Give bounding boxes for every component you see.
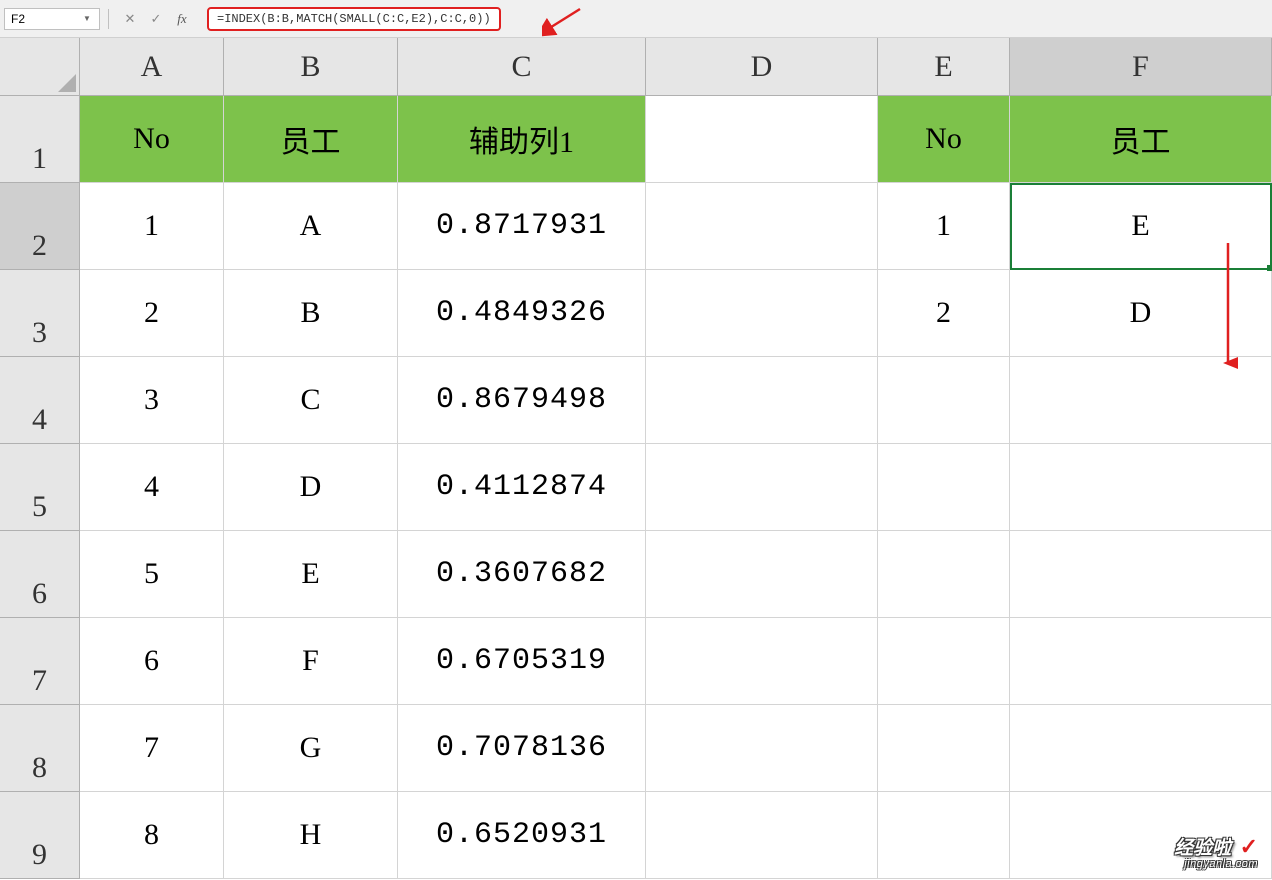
cell-B7[interactable]: F xyxy=(224,618,398,705)
cell-C2[interactable]: 0.8717931 xyxy=(398,183,646,270)
formula-bar: F2 ▼ ✕ ✓ fx =INDEX(B:B,MATCH(SMALL(C:C,E… xyxy=(0,0,1272,38)
column-headers: A B C D E F xyxy=(0,38,1272,96)
cell-D2[interactable] xyxy=(646,183,878,270)
formula-bar-buttons: ✕ ✓ fx xyxy=(113,10,199,28)
confirm-button[interactable]: ✓ xyxy=(147,10,165,28)
watermark-check-icon: ✓ xyxy=(1240,834,1258,859)
cell-F5[interactable] xyxy=(1010,444,1272,531)
col-header-D[interactable]: D xyxy=(646,38,878,95)
watermark: 经验啦 ✓ jingyanla.com xyxy=(1174,833,1258,870)
cell-C9[interactable]: 0.6520931 xyxy=(398,792,646,879)
col-header-B[interactable]: B xyxy=(224,38,398,95)
cell-E6[interactable] xyxy=(878,531,1010,618)
cell-C3[interactable]: 0.4849326 xyxy=(398,270,646,357)
cell-B4[interactable]: C xyxy=(224,357,398,444)
cell-E2[interactable]: 1 xyxy=(878,183,1010,270)
select-all-triangle[interactable] xyxy=(0,38,80,95)
cell-B1[interactable]: 员工 xyxy=(224,96,398,183)
spreadsheet: A B C D E F 1 2 3 4 5 6 7 8 9 No 员工 辅助列1… xyxy=(0,38,1272,879)
cell-D9[interactable] xyxy=(646,792,878,879)
cell-E5[interactable] xyxy=(878,444,1010,531)
cell-B2[interactable]: A xyxy=(224,183,398,270)
col-header-F[interactable]: F xyxy=(1010,38,1272,95)
row-header-8[interactable]: 8 xyxy=(0,705,80,792)
col-header-C[interactable]: C xyxy=(398,38,646,95)
col-header-E[interactable]: E xyxy=(878,38,1010,95)
cell-B3[interactable]: B xyxy=(224,270,398,357)
cell-E8[interactable] xyxy=(878,705,1010,792)
cell-B8[interactable]: G xyxy=(224,705,398,792)
cell-E9[interactable] xyxy=(878,792,1010,879)
cell-C7[interactable]: 0.6705319 xyxy=(398,618,646,705)
watermark-url: jingyanla.com xyxy=(1174,858,1258,870)
cell-A4[interactable]: 3 xyxy=(80,357,224,444)
cell-E3[interactable]: 2 xyxy=(878,270,1010,357)
cell-A5[interactable]: 4 xyxy=(80,444,224,531)
cell-D4[interactable] xyxy=(646,357,878,444)
cell-F1[interactable]: 员工 xyxy=(1010,96,1272,183)
cell-D6[interactable] xyxy=(646,531,878,618)
cell-D3[interactable] xyxy=(646,270,878,357)
cell-A3[interactable]: 2 xyxy=(80,270,224,357)
row-header-3[interactable]: 3 xyxy=(0,270,80,357)
col-header-A[interactable]: A xyxy=(80,38,224,95)
cell-E7[interactable] xyxy=(878,618,1010,705)
cancel-button[interactable]: ✕ xyxy=(121,10,139,28)
cell-B9[interactable]: H xyxy=(224,792,398,879)
row-header-9[interactable]: 9 xyxy=(0,792,80,879)
name-box[interactable]: F2 ▼ xyxy=(4,8,100,30)
row-header-6[interactable]: 6 xyxy=(0,531,80,618)
annotation-arrow-formula xyxy=(542,7,582,37)
cell-F6[interactable] xyxy=(1010,531,1272,618)
cell-C1[interactable]: 辅助列1 xyxy=(398,96,646,183)
row-headers: 1 2 3 4 5 6 7 8 9 xyxy=(0,96,80,879)
cell-E4[interactable] xyxy=(878,357,1010,444)
cell-A1[interactable]: No xyxy=(80,96,224,183)
cell-F8[interactable] xyxy=(1010,705,1272,792)
name-box-value: F2 xyxy=(11,12,81,26)
cell-A2[interactable]: 1 xyxy=(80,183,224,270)
cell-D1[interactable] xyxy=(646,96,878,183)
row-header-5[interactable]: 5 xyxy=(0,444,80,531)
row-header-4[interactable]: 4 xyxy=(0,357,80,444)
cell-A8[interactable]: 7 xyxy=(80,705,224,792)
formula-input[interactable]: =INDEX(B:B,MATCH(SMALL(C:C,E2),C:C,0)) xyxy=(207,7,501,31)
row-header-2[interactable]: 2 xyxy=(0,183,80,270)
cells-grid: No 员工 辅助列1 No 员工 1 A 0.8717931 1 E 2 B 0… xyxy=(80,96,1272,879)
row-header-1[interactable]: 1 xyxy=(0,96,80,183)
cell-E1[interactable]: No xyxy=(878,96,1010,183)
cell-C8[interactable]: 0.7078136 xyxy=(398,705,646,792)
cell-D7[interactable] xyxy=(646,618,878,705)
cell-A7[interactable]: 6 xyxy=(80,618,224,705)
annotation-arrow-down xyxy=(1218,238,1238,378)
cell-F7[interactable] xyxy=(1010,618,1272,705)
cell-B5[interactable]: D xyxy=(224,444,398,531)
name-box-dropdown-icon[interactable]: ▼ xyxy=(81,14,93,23)
cell-C4[interactable]: 0.8679498 xyxy=(398,357,646,444)
cell-A6[interactable]: 5 xyxy=(80,531,224,618)
cell-B6[interactable]: E xyxy=(224,531,398,618)
cell-D8[interactable] xyxy=(646,705,878,792)
row-header-7[interactable]: 7 xyxy=(0,618,80,705)
cell-C5[interactable]: 0.4112874 xyxy=(398,444,646,531)
divider xyxy=(108,9,109,29)
cell-C6[interactable]: 0.3607682 xyxy=(398,531,646,618)
cell-A9[interactable]: 8 xyxy=(80,792,224,879)
watermark-text: 经验啦 xyxy=(1174,838,1231,859)
cell-D5[interactable] xyxy=(646,444,878,531)
fx-button[interactable]: fx xyxy=(173,10,191,28)
